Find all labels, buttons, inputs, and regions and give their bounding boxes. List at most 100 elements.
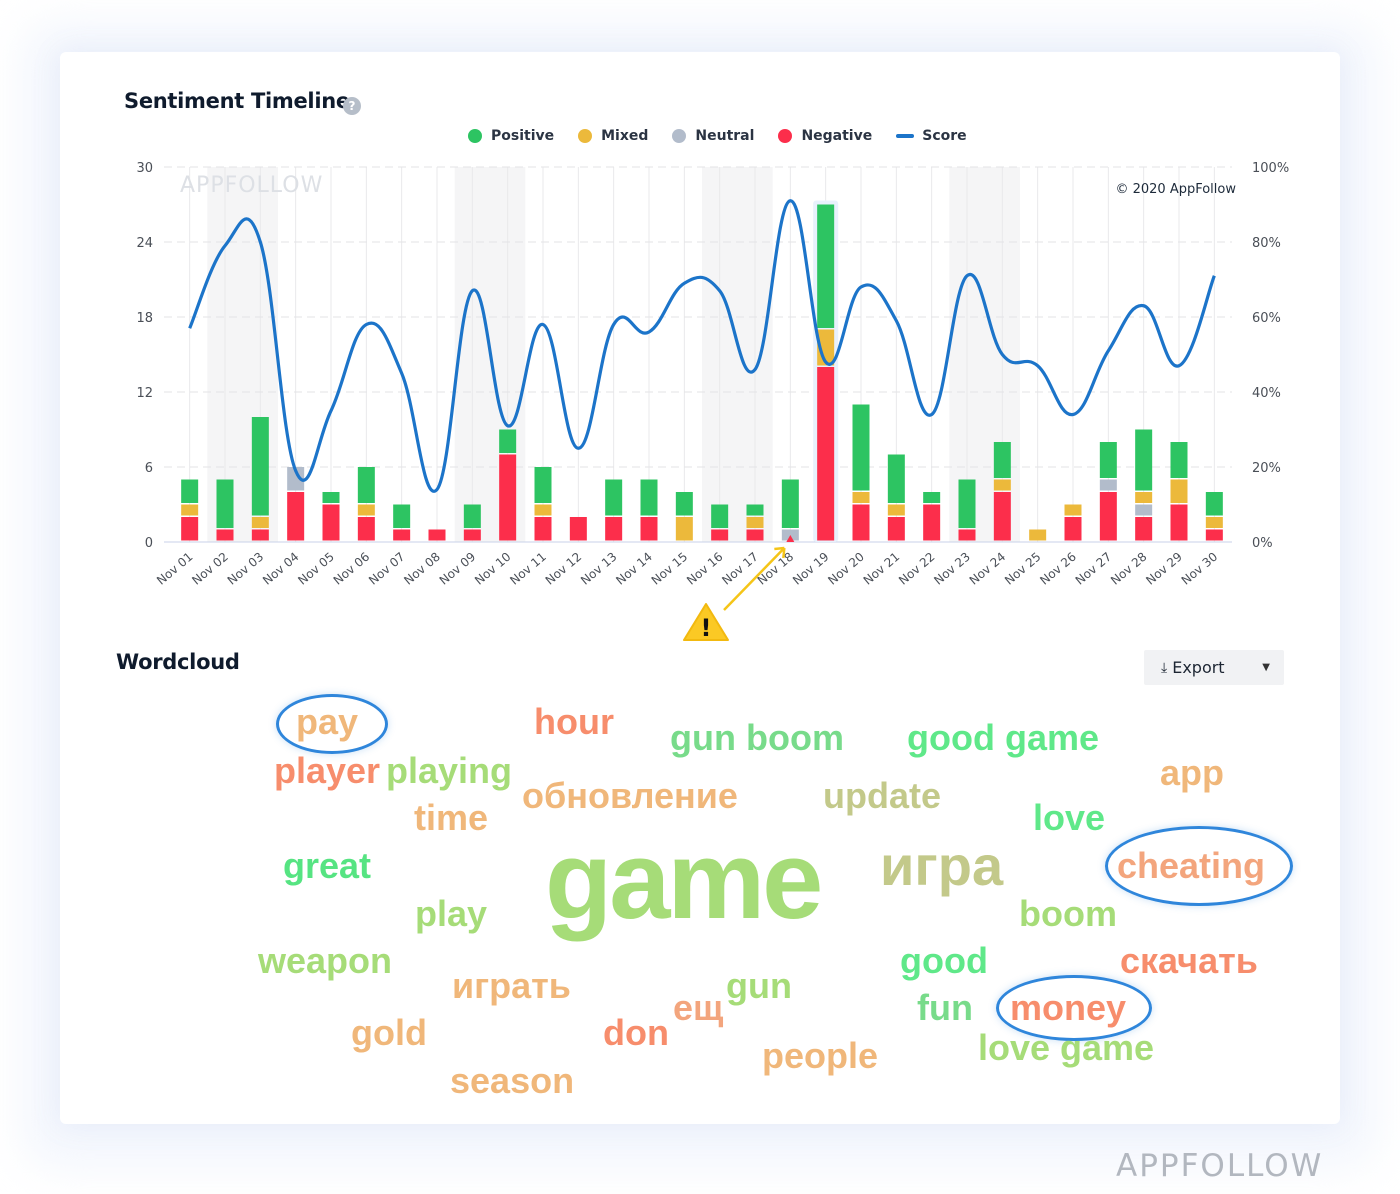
x-tick-label: Nov 23: [931, 550, 973, 588]
x-tick-label: Nov 26: [1037, 550, 1079, 588]
chart-watermark: APPFOLLOW: [180, 173, 323, 198]
y-tick-label: 24: [136, 236, 153, 251]
bar-segment-mixed: [852, 492, 870, 503]
word-cheating[interactable]: cheating: [1117, 848, 1265, 884]
bar-segment-positive: [640, 479, 658, 516]
word-pay[interactable]: pay: [296, 704, 358, 740]
bar-segment-positive: [746, 504, 764, 516]
word-обновление[interactable]: обновление: [522, 778, 738, 814]
word-ещ[interactable]: ещ: [673, 990, 723, 1026]
x-tick-label: Nov 02: [189, 550, 231, 588]
export-label: Export: [1172, 658, 1225, 677]
bar-segment-negative: [923, 504, 941, 541]
bar-segment-mixed: [1064, 504, 1082, 516]
x-tick-label: Nov 22: [896, 550, 938, 588]
bar-segment-mixed: [534, 504, 552, 516]
x-tick-label: Nov 29: [1143, 550, 1185, 588]
bar-segment-negative: [1064, 517, 1082, 541]
bar-segment-negative: [640, 517, 658, 541]
word-love-game[interactable]: love game: [978, 1030, 1154, 1066]
bar-segment-positive: [1135, 429, 1153, 491]
word-gold[interactable]: gold: [351, 1015, 427, 1051]
bar-segment-negative: [817, 367, 835, 541]
word-people[interactable]: people: [762, 1038, 878, 1074]
x-tick-label: Nov 28: [1108, 550, 1150, 588]
bar-segment-negative: [569, 517, 587, 541]
word-playing[interactable]: playing: [386, 753, 512, 789]
word-app[interactable]: app: [1160, 755, 1224, 791]
x-tick-label: Nov 15: [649, 550, 691, 588]
word-boom[interactable]: boom: [1019, 896, 1117, 932]
bar-segment-negative: [1099, 492, 1117, 541]
x-tick-label: Nov 01: [154, 550, 196, 588]
word-weapon[interactable]: weapon: [258, 943, 392, 979]
x-tick-label: Nov 27: [1073, 550, 1115, 588]
x-tick-label: Nov 17: [719, 550, 761, 588]
bar-segment-negative: [1170, 504, 1188, 541]
word-good[interactable]: good: [900, 943, 988, 979]
word-hour[interactable]: hour: [534, 704, 614, 740]
word-gun[interactable]: gun: [726, 968, 792, 1004]
bar-segment-positive: [817, 204, 835, 328]
word-money[interactable]: money: [1010, 990, 1126, 1026]
y-tick-label: 12: [136, 386, 153, 401]
bar-segment-positive: [181, 479, 199, 503]
export-button[interactable]: ⤓ Export ▼: [1144, 650, 1284, 685]
x-tick-label: Nov 05: [295, 550, 337, 588]
bar-segment-negative: [251, 529, 269, 541]
sentiment-chart: 0 0% 6 20% 12 40% 18 60% 24 80% 30 100% APPFOLLOW © 2…: [136, 161, 1289, 642]
bar-segment-positive: [675, 492, 693, 516]
bar-segment-mixed: [181, 504, 199, 516]
bar-segment-mixed: [1135, 492, 1153, 503]
bar-segment-negative: [746, 529, 764, 541]
bar-segment-mixed: [357, 504, 375, 516]
bar-segment-neutral: [1135, 504, 1153, 516]
bar-segment-mixed: [1029, 529, 1047, 541]
word-игра[interactable]: игра: [880, 838, 1003, 894]
wordcloud-title: Wordcloud: [116, 650, 240, 674]
bar-segment-mixed: [675, 517, 693, 541]
bar-segment-negative: [287, 492, 305, 541]
word-love[interactable]: love: [1033, 800, 1105, 836]
y2-tick-label: 100%: [1252, 161, 1289, 176]
bar-segment-positive: [534, 467, 552, 503]
x-tick-label: Nov 09: [437, 550, 479, 588]
bar-segment-negative: [393, 529, 411, 541]
bar-segment-positive: [711, 504, 729, 528]
y2-tick-label: 40%: [1252, 386, 1281, 401]
bar-segment-mixed: [993, 479, 1011, 491]
x-tick-label: Nov 13: [578, 550, 620, 588]
caret-down-icon[interactable]: ▼: [1262, 662, 1270, 673]
bar-segment-negative: [499, 454, 517, 541]
word-скачать[interactable]: скачать: [1120, 943, 1258, 979]
word-update[interactable]: update: [823, 778, 941, 814]
word-season[interactable]: season: [450, 1063, 574, 1099]
y-tick-label: 0: [145, 536, 153, 551]
x-tick-label: Nov 20: [825, 550, 867, 588]
bar-segment-positive: [852, 404, 870, 491]
word-player[interactable]: player: [274, 753, 380, 789]
bar-segment-negative: [181, 517, 199, 541]
word-играть[interactable]: играть: [452, 968, 571, 1004]
bar-segment-positive: [887, 454, 905, 503]
bar-segment-negative: [852, 504, 870, 541]
bar-segment-negative: [534, 517, 552, 541]
bar-segment-mixed: [887, 504, 905, 516]
word-don[interactable]: don: [603, 1015, 669, 1051]
word-gun-boom[interactable]: gun boom: [670, 720, 844, 756]
word-good-game[interactable]: good game: [907, 720, 1099, 756]
x-tick-label: Nov 14: [613, 550, 655, 588]
x-tick-label: Nov 30: [1179, 550, 1221, 588]
bar-segment-positive: [499, 429, 517, 453]
word-fun[interactable]: fun: [917, 990, 973, 1026]
x-tick-label: Nov 12: [543, 550, 585, 588]
chart-copyright: © 2020 AppFollow: [1115, 182, 1236, 197]
word-time[interactable]: time: [414, 800, 488, 836]
word-great[interactable]: great: [283, 848, 371, 884]
bar-segment-neutral: [1099, 479, 1117, 491]
bar-segment-negative: [887, 517, 905, 541]
word-play[interactable]: play: [415, 896, 487, 932]
appfollow-logo: APPFOLLOW: [1116, 1148, 1324, 1184]
word-game[interactable]: game: [545, 826, 823, 936]
x-tick-label: Nov 18: [755, 550, 797, 588]
